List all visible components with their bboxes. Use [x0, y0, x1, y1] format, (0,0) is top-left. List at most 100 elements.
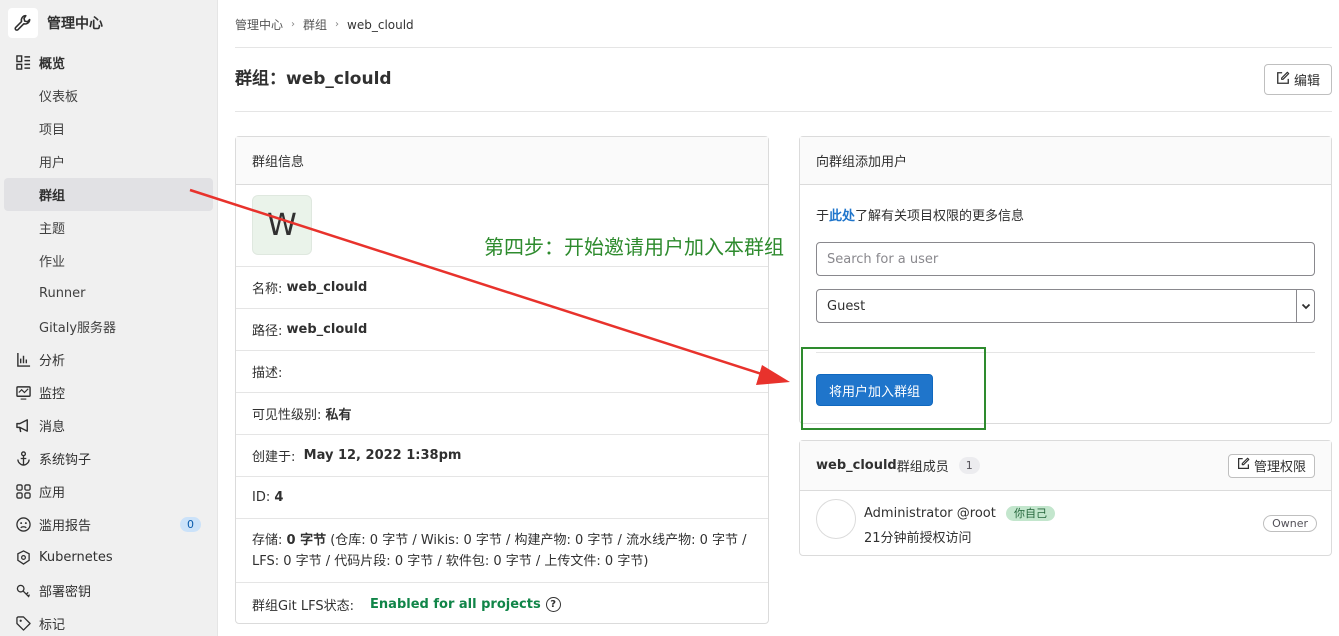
name-label: 名称:: [252, 282, 283, 297]
storage-label: 存储:: [252, 532, 287, 548]
grid-icon: [14, 483, 32, 501]
sidebar-item-label: 分析: [39, 354, 66, 369]
visibility-value: 私有: [325, 408, 352, 423]
sidebar-item-label: 概览: [39, 57, 66, 72]
add-user-header: 向群组添加用户: [800, 137, 1331, 185]
chevron-down-icon: [1296, 290, 1314, 322]
sidebar-item-label: 滥用报告: [39, 519, 92, 534]
user-search-input[interactable]: [816, 242, 1315, 276]
permissions-help: 于此处了解有关项目权限的更多信息: [816, 205, 1315, 224]
id-label: ID:: [252, 490, 271, 505]
sidebar-item-groups[interactable]: 群组: [4, 178, 213, 211]
edit-icon: [1276, 71, 1290, 89]
breadcrumb: 管理中心 › 群组 › web_clould: [235, 16, 414, 33]
path-label: 路径:: [252, 324, 283, 339]
sidebar-item-monitoring[interactable]: 监控: [0, 376, 217, 409]
visibility-label: 可见性级别:: [252, 408, 322, 423]
sidebar-item-projects[interactable]: 项目: [0, 112, 217, 145]
avatar[interactable]: [816, 499, 856, 539]
sidebar-header[interactable]: 管理中心: [0, 0, 217, 46]
add-user-body: 于此处了解有关项目权限的更多信息 Guest: [800, 205, 1331, 353]
permissions-link[interactable]: 此处: [829, 209, 855, 224]
sidebar-item-applications[interactable]: 应用: [0, 475, 217, 508]
storage-detail: (仓库: 0 字节 / Wikis: 0 字节 / 构建产物: 0 字节 / 流…: [252, 532, 747, 569]
storage-text: 存储: 0 字节 (仓库: 0 字节 / Wikis: 0 字节 / 构建产物:…: [252, 530, 752, 572]
question-icon[interactable]: ?: [545, 596, 561, 612]
id-value: 4: [274, 490, 284, 505]
sidebar-item-overview[interactable]: 概览: [0, 46, 217, 79]
label-icon: [14, 615, 32, 633]
sidebar-item-jobs[interactable]: 作业: [0, 244, 217, 277]
path-value: web_clould: [286, 322, 368, 337]
member-name[interactable]: Administrator: [864, 506, 953, 521]
group-name-row: 名称: web_clould: [236, 267, 768, 309]
edit-label: 编辑: [1293, 74, 1320, 89]
member-username: @root: [956, 506, 996, 521]
access-level-value: Guest: [827, 298, 866, 314]
lfs-value: Enabled for all projects: [370, 596, 541, 612]
sidebar-item-label: 标记: [39, 618, 66, 633]
group-info-card: 群组信息 W 名称: web_clould 路径: web_clould 描述:…: [235, 136, 769, 624]
breadcrumb-admin[interactable]: 管理中心: [235, 16, 283, 33]
sidebar: 管理中心 概览 仪表板 项目 用户 群组 主题 作业 Runner Gitaly…: [0, 0, 218, 636]
sidebar-item-messages[interactable]: 消息: [0, 409, 217, 442]
group-description-row: 描述:: [236, 351, 768, 393]
edit-button[interactable]: 编辑: [1264, 64, 1332, 95]
sidebar-item-analytics[interactable]: 分析: [0, 343, 217, 376]
sidebar-item-gitaly[interactable]: Gitaly服务器: [0, 310, 217, 343]
abuse-count-badge: 0: [180, 517, 201, 532]
group-lfs-row: 群组Git LFS状态: Enabled for all projects ?: [236, 583, 768, 625]
members-count-badge: 1: [958, 457, 980, 474]
sidebar-item-kubernetes[interactable]: Kubernetes: [0, 541, 217, 574]
divider: [235, 111, 1332, 112]
manage-access-button[interactable]: 管理权限: [1227, 453, 1315, 478]
group-visibility-row: 可见性级别: 私有: [236, 393, 768, 435]
role-badge: Owner: [1263, 515, 1317, 532]
sidebar-item-users[interactable]: 用户: [0, 145, 217, 178]
breadcrumb-groups[interactable]: 群组: [303, 16, 327, 33]
created-label: 创建于:: [252, 450, 296, 465]
you-badge: 你自己: [1005, 506, 1055, 521]
chevron-right-icon: ›: [335, 19, 340, 30]
divider: [235, 47, 1332, 48]
group-id-row: ID: 4: [236, 477, 768, 519]
sidebar-item-labels[interactable]: 标记: [0, 607, 217, 636]
sidebar-title: 管理中心: [47, 16, 103, 32]
breadcrumb-current[interactable]: web_clould: [347, 18, 414, 32]
page-title-prefix: 群组：: [235, 69, 286, 89]
highlight-box: [801, 347, 986, 430]
monitor-icon: [14, 384, 32, 402]
created-value: May 12, 2022 1:38pm: [303, 448, 462, 463]
sidebar-item-topics[interactable]: 主题: [0, 211, 217, 244]
access-level-select[interactable]: Guest: [816, 289, 1315, 323]
anchor-icon: [14, 450, 32, 468]
chart-icon: [14, 351, 32, 369]
sidebar-item-system-hooks[interactable]: 系统钩子: [0, 442, 217, 475]
manage-access-label: 管理权限: [1253, 460, 1306, 475]
sidebar-item-abuse-reports[interactable]: 滥用报告 0: [0, 508, 217, 541]
member-row: Administrator @root 你自己 21分钟前授权访问 Owner: [800, 491, 1331, 554]
kubernetes-icon: [14, 549, 32, 567]
key-icon: [14, 582, 32, 600]
group-info-header: 群组信息: [236, 137, 768, 185]
description-label: 描述:: [252, 366, 283, 381]
page-title: 群组：web_clould: [235, 64, 392, 89]
name-value: web_clould: [286, 280, 368, 295]
group-storage-row: 存储: 0 字节 (仓库: 0 字节 / Wikis: 0 字节 / 构建产物:…: [236, 519, 768, 583]
step-annotation-text: 第四步：开始邀请用户加入本群组: [484, 235, 784, 259]
sidebar-item-label: 监控: [39, 387, 66, 402]
abuse-icon: [14, 516, 32, 534]
member-details: Administrator @root 你自己 21分钟前授权访问: [864, 499, 1055, 546]
members-title-suffix: 群组成员: [896, 460, 949, 475]
sidebar-item-runner[interactable]: Runner: [0, 277, 217, 310]
sidebar-item-label: 系统钩子: [39, 453, 92, 468]
member-name-line: Administrator @root 你自己: [864, 505, 1055, 521]
sidebar-item-dashboard[interactable]: 仪表板: [0, 79, 217, 112]
sidebar-item-deploy-keys[interactable]: 部署密钥: [0, 574, 217, 607]
group-avatar: W: [252, 195, 312, 255]
member-access-time: 21分钟前授权访问: [864, 531, 972, 546]
wrench-icon: [8, 8, 38, 38]
sidebar-item-label: 部署密钥: [39, 585, 92, 600]
sidebar-item-label: 应用: [39, 486, 66, 501]
group-created-row: 创建于: May 12, 2022 1:38pm: [236, 435, 768, 477]
